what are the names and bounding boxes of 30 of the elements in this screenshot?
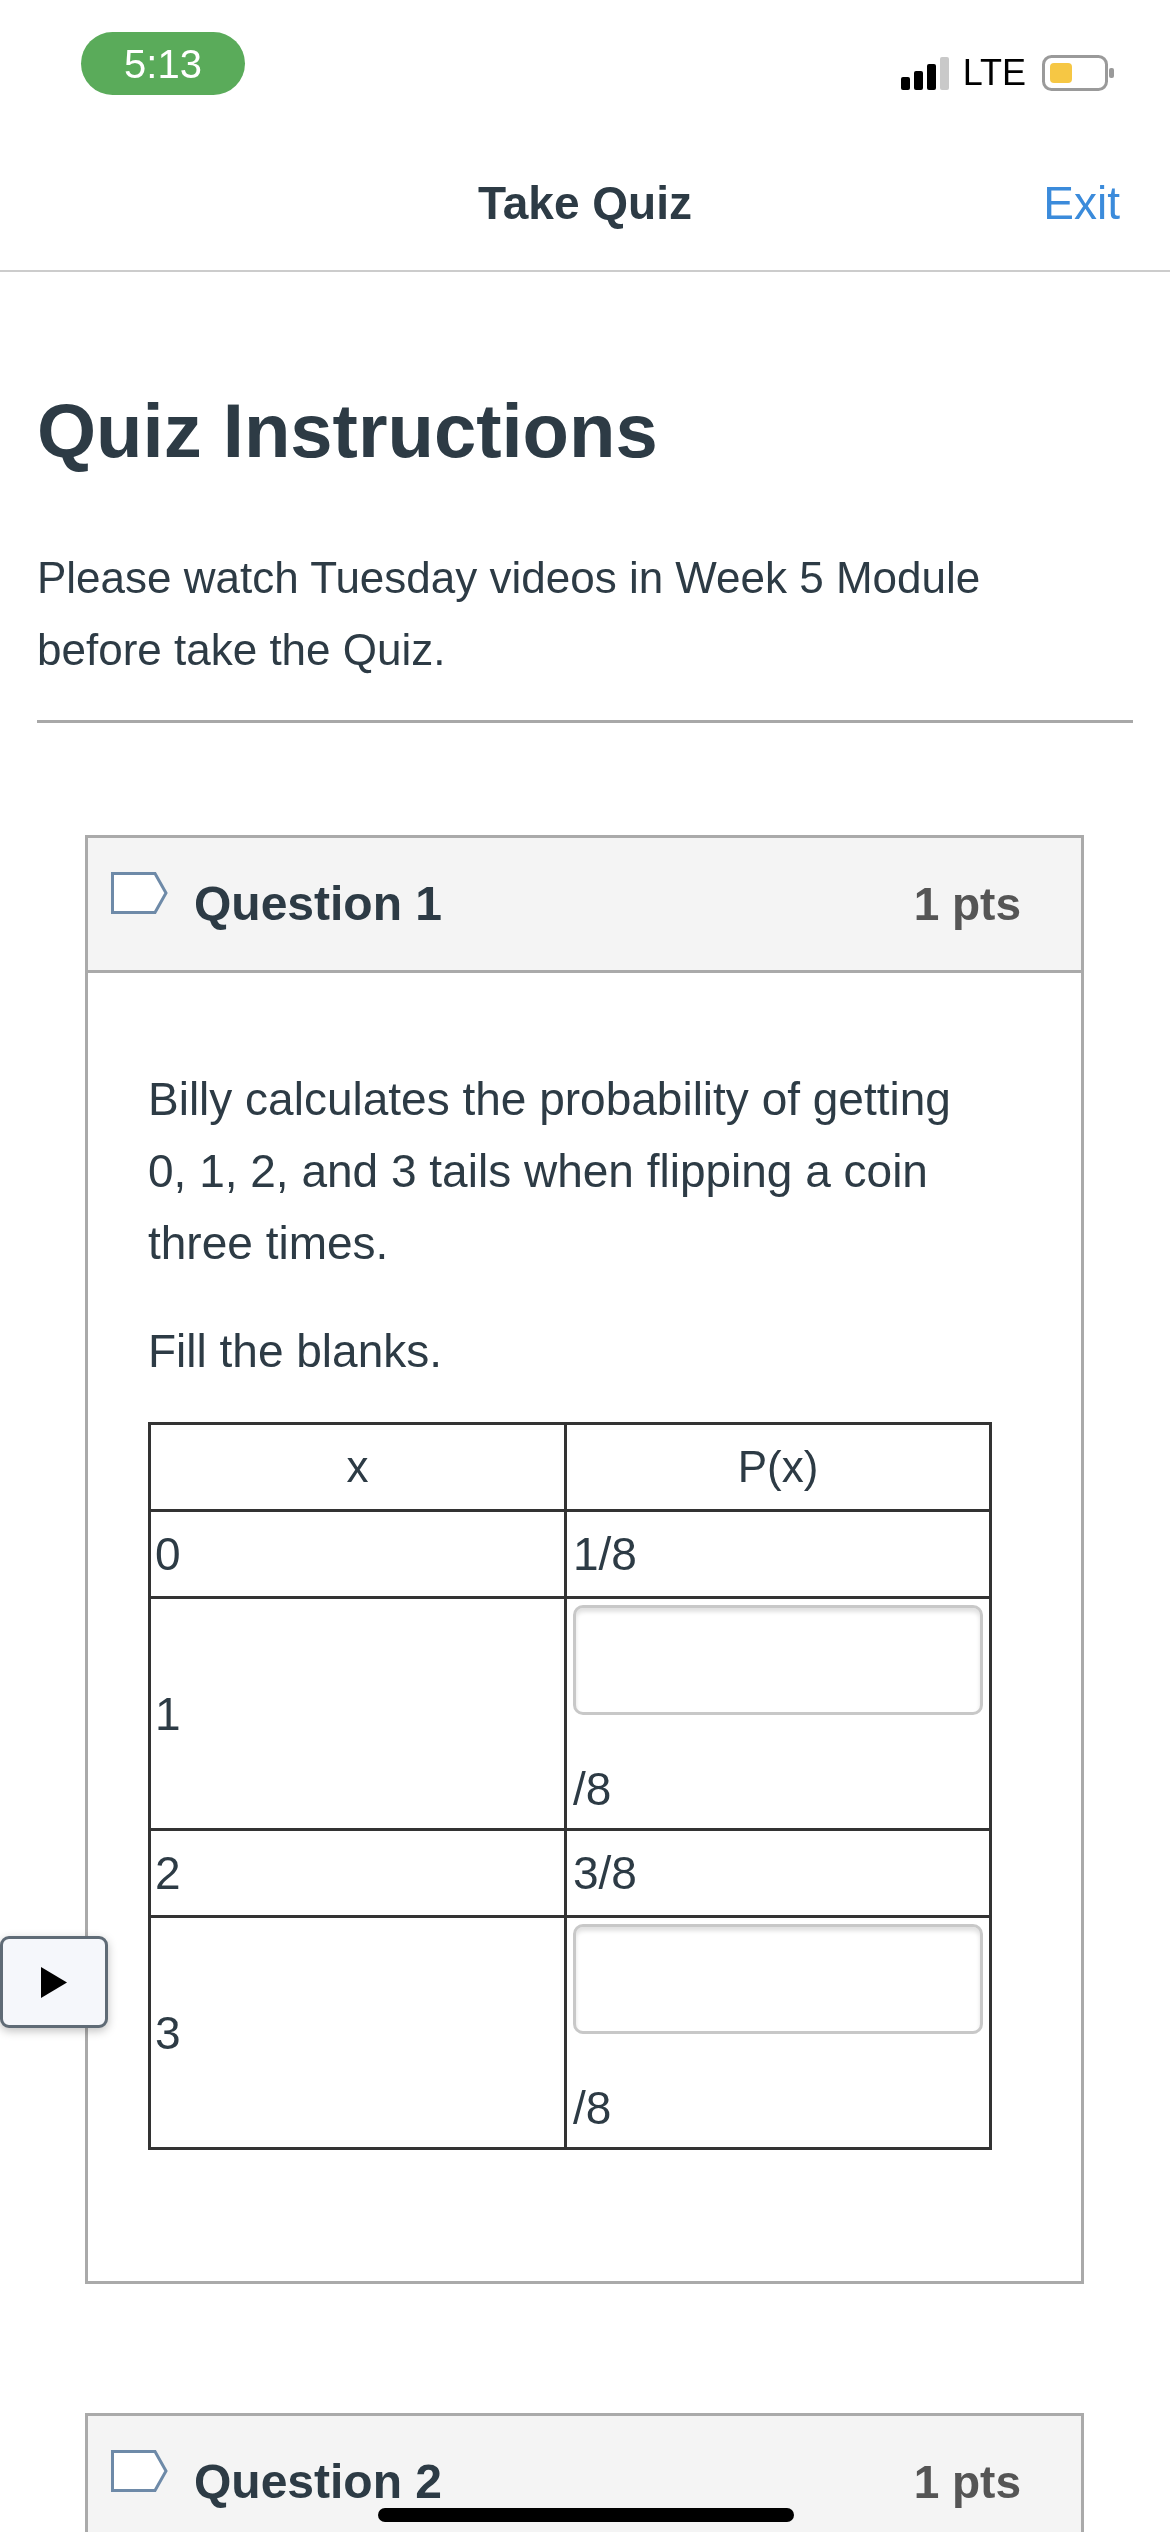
fraction-text: /8 [573, 2081, 612, 2136]
time-pill: 5:13 [81, 32, 245, 95]
nav-title: Take Quiz [478, 176, 692, 231]
question-points: 1 pts [913, 877, 1021, 932]
instructions-heading: Quiz Instructions [37, 387, 658, 475]
signal-icon [900, 56, 949, 90]
column-header: P(x) [565, 1423, 991, 1511]
answer-field[interactable] [573, 1924, 983, 2034]
table-cell: 3/8 [565, 1829, 991, 1917]
table-cell: 1 [149, 1597, 566, 1830]
instructions-text: Please watch Tuesday videos in Week 5 Module before take the Quiz. [37, 552, 982, 676]
play-button[interactable] [0, 1936, 108, 2028]
table-cell: 0 [149, 1510, 566, 1598]
tag-icon[interactable] [111, 872, 168, 914]
battery-icon [1042, 55, 1114, 91]
table-cell: 1/8 [565, 1510, 991, 1598]
tag-icon[interactable] [111, 2450, 168, 2492]
exit-button[interactable]: Exit [1043, 175, 1120, 231]
question-text: Fill the blanks. [148, 1324, 443, 1379]
question-text: Billy calculates the probability of getting 0, 1, 2, and 3 tails when flipping a coin three times. [148, 1072, 952, 1271]
question-points: 1 pts [913, 2455, 1021, 2510]
play-icon [41, 1966, 67, 1998]
question-title: Question 2 [194, 2454, 443, 2510]
question-title: Question 1 [194, 876, 443, 932]
column-header: x [149, 1423, 566, 1511]
network-label: LTE [962, 53, 1026, 93]
table-cell: 2 [149, 1829, 566, 1917]
table-cell: 3 [149, 1916, 566, 2149]
fraction-text: /8 [573, 1762, 612, 1817]
answer-field[interactable] [573, 1605, 983, 1715]
